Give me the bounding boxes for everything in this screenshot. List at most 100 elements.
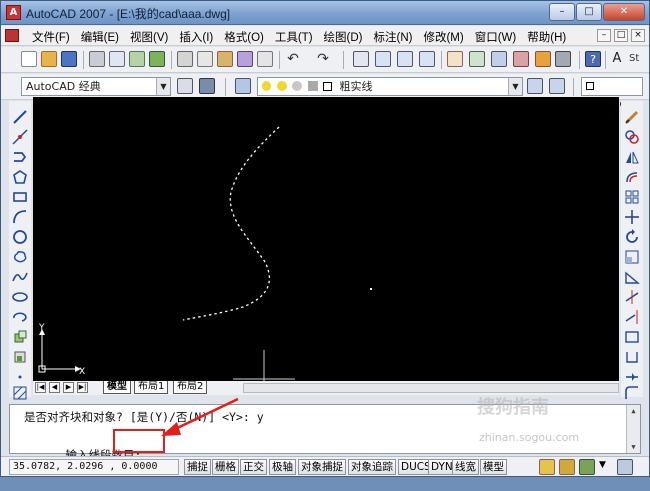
open-folder-icon[interactable]: [41, 51, 57, 67]
menu-item-3[interactable]: 插入(I): [174, 28, 219, 45]
join-icon[interactable]: [624, 349, 640, 365]
tab-layout1[interactable]: 布局1: [134, 381, 169, 394]
arc-icon[interactable]: [12, 209, 28, 225]
print-preview-icon[interactable]: [109, 51, 125, 67]
copy-object-icon[interactable]: [624, 129, 640, 145]
construction-line-icon[interactable]: [12, 129, 28, 145]
point-icon[interactable]: [12, 369, 28, 385]
menu-item-9[interactable]: 窗口(W): [470, 28, 523, 45]
match-properties-icon[interactable]: [237, 51, 253, 67]
markup-icon[interactable]: [535, 51, 551, 67]
layer-previous-icon[interactable]: [549, 78, 565, 94]
menu-item-4[interactable]: 格式(O): [219, 28, 270, 45]
sheet-set-icon[interactable]: [513, 51, 529, 67]
make-current-layer-icon[interactable]: [527, 78, 543, 94]
lineweight-toggle[interactable]: 线宽: [452, 459, 479, 475]
doc-restore-button[interactable]: □: [614, 29, 628, 42]
close-button[interactable]: ✕: [603, 3, 645, 21]
extend-icon[interactable]: [624, 309, 640, 325]
menu-item-0[interactable]: 文件(F): [27, 28, 76, 45]
menu-item-8[interactable]: 修改(M): [418, 28, 469, 45]
menu-item-5[interactable]: 工具(T): [270, 28, 319, 45]
publish-icon[interactable]: [129, 51, 145, 67]
calculator-icon[interactable]: [555, 51, 571, 67]
rectangle-icon[interactable]: [12, 189, 28, 205]
ortho-toggle[interactable]: 正交: [240, 459, 267, 475]
coordinate-display[interactable]: 35.0782, 2.0296 , 0.0000: [9, 459, 179, 475]
offset-icon[interactable]: [624, 169, 640, 185]
scroll-down-icon[interactable]: ▼: [627, 441, 640, 453]
command-scrollbar[interactable]: ▲ ▼: [626, 405, 640, 453]
erase-icon[interactable]: [624, 109, 640, 125]
grid-toggle[interactable]: 栅格: [212, 459, 239, 475]
print-icon[interactable]: [89, 51, 105, 67]
zoom-window-icon[interactable]: [397, 51, 413, 67]
hatch-icon[interactable]: [12, 385, 28, 401]
array-icon[interactable]: [624, 189, 640, 205]
stretch-icon[interactable]: [624, 269, 640, 285]
snap-toggle[interactable]: 捕捉: [184, 459, 211, 475]
circle-icon[interactable]: [12, 229, 28, 245]
save-workspace-icon[interactable]: [199, 78, 215, 94]
communication-center-icon[interactable]: [539, 459, 555, 475]
trim-icon[interactable]: [624, 289, 640, 305]
first-tab-button[interactable]: |◀: [35, 382, 46, 393]
block-editor-icon[interactable]: [257, 51, 273, 67]
otrack-toggle[interactable]: 对象追踪: [348, 459, 396, 475]
color-control-dropdown[interactable]: ByLayer: [581, 77, 643, 110]
scale-icon[interactable]: [624, 249, 640, 265]
tool-palettes-icon[interactable]: [491, 51, 507, 67]
menu-item-2[interactable]: 视图(V): [125, 28, 174, 45]
layer-manager-icon[interactable]: [235, 78, 251, 94]
zoom-realtime-icon[interactable]: [375, 51, 391, 67]
next-tab-button[interactable]: ▶: [63, 382, 74, 393]
clean-screen-icon[interactable]: [617, 459, 633, 475]
previous-tab-button[interactable]: ◀: [49, 382, 60, 393]
make-block-icon[interactable]: [12, 349, 28, 365]
redo-icon[interactable]: ↷: [315, 51, 331, 67]
fillet-icon[interactable]: [624, 385, 640, 401]
break-icon[interactable]: [624, 329, 640, 345]
toolbar-lock-icon[interactable]: [559, 459, 575, 475]
chamfer-icon[interactable]: [624, 369, 640, 385]
doc-minimize-button[interactable]: –: [597, 29, 611, 42]
menu-item-1[interactable]: 编辑(E): [76, 28, 125, 45]
tab-model[interactable]: 模型: [103, 381, 131, 394]
horizontal-scrollbar[interactable]: [243, 383, 619, 393]
properties-icon[interactable]: [447, 51, 463, 67]
cut-icon[interactable]: [177, 51, 193, 67]
pan-icon[interactable]: [353, 51, 369, 67]
rotate-icon[interactable]: [624, 229, 640, 245]
doc-close-button[interactable]: ×: [631, 29, 645, 42]
last-tab-button[interactable]: ▶|: [77, 382, 88, 393]
tab-layout2[interactable]: 布局2: [173, 381, 208, 394]
workspace-dropdown[interactable]: AutoCAD 经典 ▼: [21, 77, 171, 96]
polar-toggle[interactable]: 极轴: [269, 459, 296, 475]
new-file-icon[interactable]: [21, 51, 37, 67]
3d-dwf-icon[interactable]: [149, 51, 165, 67]
workspace-settings-icon[interactable]: [177, 78, 193, 94]
menu-item-7[interactable]: 标注(N): [369, 28, 419, 45]
paste-icon[interactable]: [217, 51, 233, 67]
design-center-icon[interactable]: [469, 51, 485, 67]
scroll-up-icon[interactable]: ▲: [627, 405, 640, 417]
save-icon[interactable]: [61, 51, 77, 67]
zoom-previous-icon[interactable]: [419, 51, 435, 67]
maximize-button[interactable]: □: [576, 3, 602, 21]
move-icon[interactable]: [624, 209, 640, 225]
polygon-icon[interactable]: [12, 169, 28, 185]
ellipse-icon[interactable]: [12, 289, 28, 305]
mirror-icon[interactable]: [624, 149, 640, 165]
drawing-area[interactable]: Y X: [33, 97, 619, 381]
document-icon[interactable]: [5, 29, 19, 42]
annotation-scale-icon[interactable]: [579, 459, 595, 475]
divided-spline[interactable]: [182, 126, 280, 321]
undo-icon[interactable]: ↶: [285, 51, 301, 67]
status-menu-chevron-icon[interactable]: ▼: [599, 460, 606, 470]
text-style-icon[interactable]: A: [609, 51, 625, 67]
spline-icon[interactable]: [12, 269, 28, 285]
insert-block-icon[interactable]: [12, 329, 28, 345]
model-toggle[interactable]: 模型: [480, 459, 507, 475]
help-icon[interactable]: ?: [585, 51, 601, 67]
polyline-icon[interactable]: [12, 149, 28, 165]
